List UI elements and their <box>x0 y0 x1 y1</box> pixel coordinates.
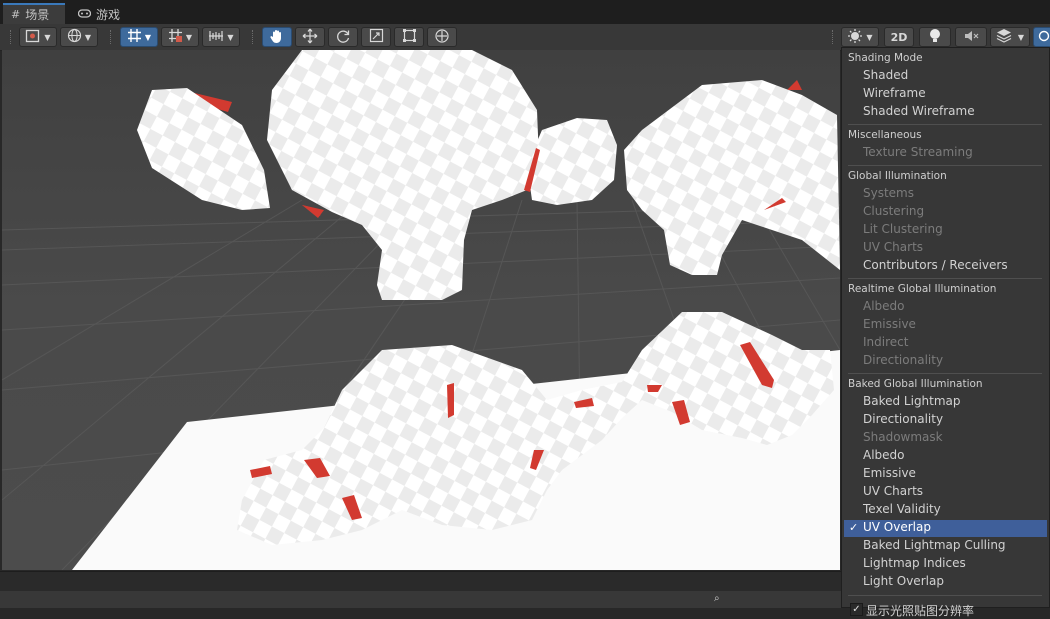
menu-item: Albedo <box>863 299 905 313</box>
chevron-down-icon: ▼ <box>227 32 234 42</box>
globe-button[interactable]: ▼ <box>60 27 98 47</box>
scene-viewport[interactable] <box>2 50 840 570</box>
menu-separator <box>848 278 1042 279</box>
ruler-icon <box>208 29 224 46</box>
toolbar-grip[interactable] <box>252 30 255 44</box>
tab-game[interactable]: 游戏 <box>70 4 130 24</box>
audio-mute-icon <box>963 29 979 46</box>
lighting-icon <box>928 28 942 47</box>
move-tool-button[interactable] <box>295 27 325 47</box>
transform-tool-button[interactable] <box>427 27 457 47</box>
tab-scene-label: 场景 <box>25 8 50 22</box>
search-icon[interactable]: ⌕ <box>714 593 720 604</box>
render-mode-button[interactable]: ▼ <box>841 27 879 47</box>
menu-separator <box>848 124 1042 125</box>
gizmos-button[interactable] <box>1033 27 1050 47</box>
gamepad-icon <box>77 8 92 21</box>
menu-item[interactable]: Lightmap Indices <box>863 556 966 570</box>
menu-section-header: Baked Global Illumination <box>848 378 983 390</box>
rotate-icon <box>335 28 351 47</box>
chevron-down-icon: ▼ <box>84 32 92 42</box>
lightmap-resolution-checkbox[interactable]: ✓ <box>850 603 863 616</box>
grid-icon: # <box>11 8 21 21</box>
hand-icon <box>269 28 285 47</box>
menu-item: UV Charts <box>863 240 924 254</box>
audio-toggle-button[interactable] <box>955 27 987 47</box>
menu-separator <box>848 595 1042 596</box>
menu-item[interactable]: Emissive <box>863 466 916 480</box>
globe-icon <box>67 28 82 46</box>
menu-item[interactable]: Baked Lightmap Culling <box>863 538 1006 552</box>
menu-item[interactable]: Shaded Wireframe <box>863 104 975 118</box>
lightmap-resolution-label[interactable]: 显示光照贴图分辨率 <box>866 602 974 619</box>
chevron-down-icon: ▼ <box>1017 32 1025 42</box>
draw-mode-icon <box>25 29 41 46</box>
checkmark-icon: ✓ <box>849 521 859 534</box>
menu-item: Texture Streaming <box>863 145 973 159</box>
toolbar-grip[interactable] <box>832 30 835 44</box>
grid-snap-icon <box>127 28 142 46</box>
draw-mode-menu: Shading Mode Shaded Wireframe Shaded Wirefr… <box>841 47 1050 618</box>
tab-game-label: 游戏 <box>96 7 121 22</box>
menu-item[interactable]: Directionality <box>863 412 943 426</box>
effects-icon <box>996 28 1012 46</box>
increment-snap-icon <box>168 28 183 46</box>
gizmos-icon <box>1038 30 1050 45</box>
chevron-down-icon: ▼ <box>144 32 152 42</box>
2d-toggle-button[interactable]: 2D <box>884 27 914 47</box>
lighting-toggle-button[interactable] <box>919 27 951 47</box>
render-mode-icon <box>847 28 863 47</box>
2d-label: 2D <box>890 30 908 44</box>
menu-item: Systems <box>863 186 914 200</box>
scale-icon <box>369 28 384 46</box>
draw-mode-button[interactable]: ▼ <box>19 27 57 47</box>
toolbar-grip[interactable] <box>110 30 113 44</box>
increment-snap-button[interactable]: ▼ <box>161 27 199 47</box>
menu-section-header: Miscellaneous <box>848 129 922 141</box>
menu-item: Indirect <box>863 335 909 349</box>
rotate-tool-button[interactable] <box>328 27 358 47</box>
chevron-down-icon: ▼ <box>185 32 193 42</box>
rect-tool-button[interactable] <box>394 27 424 47</box>
rect-icon <box>402 28 417 46</box>
tab-scene[interactable]: # 场景 <box>3 3 65 24</box>
scale-tool-button[interactable] <box>361 27 391 47</box>
menu-section-header: Global Illumination <box>848 170 947 182</box>
toolbar-grip[interactable] <box>10 30 13 44</box>
menu-item[interactable]: Shaded <box>863 68 908 82</box>
menu-item[interactable]: Texel Validity <box>863 502 941 516</box>
menu-item[interactable]: Baked Lightmap <box>863 394 961 408</box>
menu-separator <box>848 165 1042 166</box>
ruler-button[interactable]: ▼ <box>202 27 240 47</box>
menu-item[interactable]: Contributors / Receivers <box>863 258 1008 272</box>
menu-item[interactable]: UV Charts <box>863 484 923 498</box>
effects-button[interactable]: ▼ <box>990 27 1030 47</box>
tab-bar: # 场景 游戏 <box>0 0 1050 25</box>
menu-item: Shadowmask <box>863 430 943 444</box>
menu-item[interactable]: Wireframe <box>863 86 926 100</box>
menu-section-header: Realtime Global Illumination <box>848 283 997 295</box>
menu-item[interactable]: Albedo <box>863 448 905 462</box>
transform-icon <box>434 28 450 47</box>
hand-tool-button[interactable] <box>262 27 292 47</box>
chevron-down-icon: ▼ <box>44 32 51 42</box>
menu-item[interactable]: Light Overlap <box>863 574 944 588</box>
menu-section-header: Shading Mode <box>848 52 923 64</box>
menu-separator <box>848 373 1042 374</box>
menu-item: Clustering <box>863 204 925 218</box>
move-icon <box>302 28 318 47</box>
chevron-down-icon: ▼ <box>866 32 873 42</box>
menu-item: Directionality <box>863 353 944 367</box>
menu-item[interactable]: UV Overlap <box>863 520 931 534</box>
grid-snap-button[interactable]: ▼ <box>120 27 158 47</box>
menu-item: Lit Clustering <box>863 222 943 236</box>
menu-item: Emissive <box>863 317 916 331</box>
scene-render <box>2 50 840 570</box>
